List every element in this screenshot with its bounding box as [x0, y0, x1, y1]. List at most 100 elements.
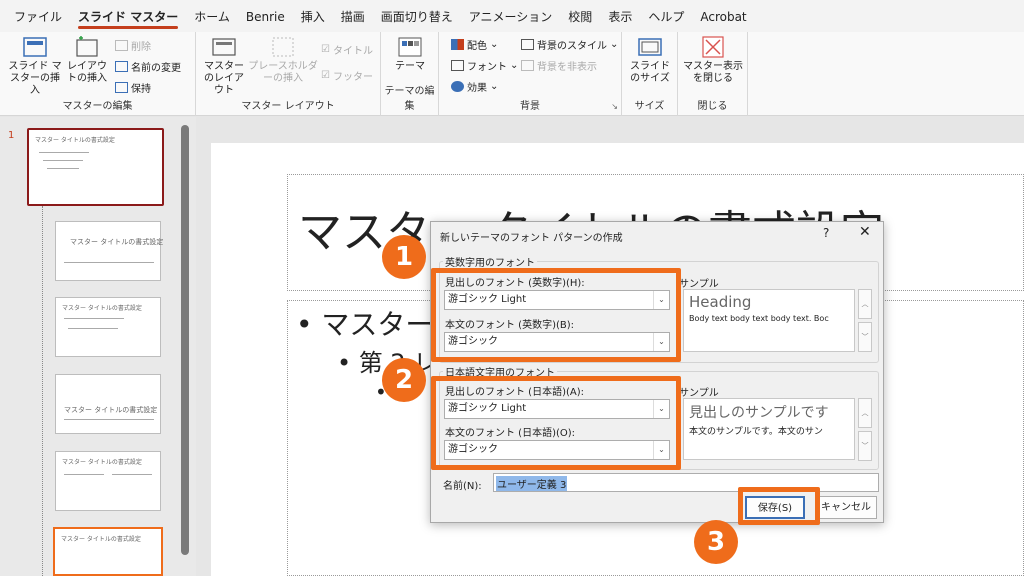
name-input-value: ユーザー定義 3 — [496, 476, 568, 491]
delete-button[interactable]: 削除 — [115, 38, 151, 53]
cancel-button[interactable]: キャンセル — [815, 496, 877, 519]
step-badge-2: 2 — [382, 358, 426, 402]
asian-sample-heading: 見出しのサンプルです — [689, 405, 829, 421]
insert-layout-label: レイアウトの挿入 — [67, 61, 107, 84]
chevron-down-icon: ⌄ — [490, 81, 499, 92]
menu-insert[interactable]: 挿入 — [293, 0, 333, 32]
checkbox-icon: ☑ — [321, 44, 330, 55]
menu-benrie[interactable]: Benrie — [238, 0, 293, 32]
group-label-edit-theme: テーマの編集 — [384, 86, 435, 112]
scroll-down-icon[interactable]: ﹀ — [858, 322, 872, 352]
rename-icon — [115, 61, 128, 72]
latin-sample-heading: Heading — [689, 293, 752, 311]
dialog-title: 新しいテーマのフォント パターンの作成 — [440, 233, 623, 244]
footer-checkbox[interactable]: ☑ フッター — [321, 68, 373, 83]
layout-thumbnail[interactable]: マスター タイトルの書式設定 — [55, 221, 164, 281]
background-styles-button[interactable]: 背景のスタイル ⌄ — [521, 37, 618, 52]
group-close: マスター表示を閉じる 閉じる — [678, 32, 748, 116]
menu-help[interactable]: ヘルプ — [640, 0, 692, 32]
menu-animations[interactable]: アニメーション — [461, 0, 561, 32]
themes-button[interactable]: テーマ — [387, 36, 433, 73]
thumbnail-line — [39, 152, 89, 153]
latin-sample-box: Heading Body text body text body text. B… — [683, 289, 855, 352]
preserve-button[interactable]: 保持 — [115, 80, 151, 95]
preserve-icon — [115, 82, 128, 93]
menu-bar: ファイル スライド マスター ホーム Benrie 挿入 描画 画面切り替え ア… — [0, 0, 1024, 32]
thumbnail-line — [64, 474, 104, 475]
name-input[interactable]: ユーザー定義 3 — [493, 473, 879, 492]
layout-thumbnail[interactable]: マスター タイトルの書式設定 — [55, 451, 161, 511]
rename-button[interactable]: 名前の変更 — [115, 59, 181, 74]
master-thumbnail[interactable]: マスター タイトルの書式設定 — [27, 128, 164, 206]
effects-label: 効果 — [467, 83, 487, 94]
name-label: 名前(N): — [443, 481, 482, 492]
master-layout-button[interactable]: マスターのレイアウト — [202, 36, 246, 97]
group-master-layout: マスターのレイアウト プレースホルダーの挿入 ☑ タイトル ☑ フッター マスター … — [196, 32, 381, 116]
highlight-box-asian — [431, 376, 681, 470]
menu-transitions[interactable]: 画面切り替え — [373, 0, 461, 32]
scroll-up-icon[interactable]: ︿ — [858, 398, 872, 428]
insert-slide-master-label: スライド マスターの挿入 — [8, 61, 62, 96]
title-checkbox[interactable]: ☑ タイトル — [321, 42, 373, 57]
themes-icon — [398, 37, 422, 57]
highlight-box-latin — [431, 268, 681, 362]
thumbnail-title: マスター タイトルの書式設定 — [70, 238, 164, 246]
dialog-launcher-icon[interactable]: ↘ — [611, 102, 618, 111]
effects-button[interactable]: 効果 ⌄ — [451, 79, 498, 94]
group-label-master-edit: マスターの編集 — [62, 101, 133, 112]
slide-size-button[interactable]: スライドのサイズ — [626, 36, 674, 85]
layout-thumbnail[interactable]: マスター タイトルの書式設定 — [55, 374, 161, 434]
scroll-up-icon[interactable]: ︿ — [858, 289, 872, 319]
slide-size-label: スライドのサイズ — [630, 61, 670, 84]
close-icon[interactable]: ✕ — [859, 224, 871, 240]
slide-size-icon — [638, 38, 662, 56]
checkbox-icon — [521, 60, 534, 71]
fonts-button[interactable]: フォント ⌄ — [451, 58, 518, 73]
fonts-icon — [451, 60, 464, 71]
menu-view[interactable]: 表示 — [600, 0, 640, 32]
group-label-master-layout: マスター レイアウト — [241, 101, 335, 112]
thumbnail-line — [64, 318, 124, 319]
thumbnail-line — [64, 419, 154, 420]
group-background: 配色 ⌄ フォント ⌄ 効果 ⌄ 背景のスタイル ⌄ 背景を非表示 背景 ↘ — [439, 32, 622, 116]
slide-number: 1 — [8, 130, 15, 141]
master-layout-label: マスターのレイアウト — [204, 61, 244, 96]
help-icon[interactable]: ? — [823, 226, 829, 240]
hide-background-checkbox[interactable]: 背景を非表示 — [521, 58, 597, 73]
menu-acrobat[interactable]: Acrobat — [692, 0, 754, 32]
create-theme-fonts-dialog: 新しいテーマのフォント パターンの作成 ? ✕ 英数字用のフォント 見出しのフォ… — [430, 221, 884, 523]
highlight-box-save — [738, 487, 820, 525]
colors-button[interactable]: 配色 ⌄ — [451, 37, 498, 52]
thumbnail-scrollbar[interactable] — [181, 125, 189, 555]
layout-thumbnail[interactable]: マスター タイトルの書式設定 — [55, 297, 161, 357]
thumbnail-title: マスター タイトルの書式設定 — [62, 305, 142, 312]
thumbnail-line — [112, 474, 152, 475]
slide-master-icon — [23, 37, 47, 57]
close-master-view-label: マスター表示を閉じる — [683, 61, 743, 84]
menu-file[interactable]: ファイル — [6, 0, 70, 32]
menu-draw[interactable]: 描画 — [333, 0, 373, 32]
menu-review[interactable]: 校閲 — [560, 0, 600, 32]
thumbnail-line — [47, 168, 79, 169]
insert-layout-button[interactable]: レイアウトの挿入 — [64, 36, 110, 85]
menu-home[interactable]: ホーム — [186, 0, 238, 32]
thumbnail-title: マスター タイトルの書式設定 — [62, 459, 142, 466]
layout-thumbnail[interactable]: マスター タイトルの書式設定 — [53, 527, 163, 576]
delete-icon — [115, 40, 128, 51]
close-master-view-button[interactable]: マスター表示を閉じる — [682, 36, 744, 85]
latin-sample-label: サンプル — [679, 279, 719, 290]
insert-placeholder-button[interactable]: プレースホルダーの挿入 — [248, 36, 318, 85]
chevron-down-icon: ⌄ — [610, 39, 619, 50]
scroll-down-icon[interactable]: ﹀ — [858, 431, 872, 461]
menu-slide-master[interactable]: スライド マスター — [70, 0, 186, 32]
thumbnail-line — [64, 262, 154, 263]
themes-label: テーマ — [395, 61, 425, 72]
thumbnail-title: マスター タイトルの書式設定 — [64, 406, 158, 414]
bullet-level-1: • マスター — [296, 308, 434, 341]
latin-sample-body: Body text body text body text. Boc — [689, 314, 829, 323]
placeholder-icon — [272, 37, 294, 57]
group-label-background: 背景 — [520, 101, 540, 112]
insert-slide-master-button[interactable]: スライド マスターの挿入 — [8, 36, 62, 97]
delete-label: 削除 — [131, 42, 151, 53]
thumbnail-title: マスター タイトルの書式設定 — [35, 137, 115, 144]
